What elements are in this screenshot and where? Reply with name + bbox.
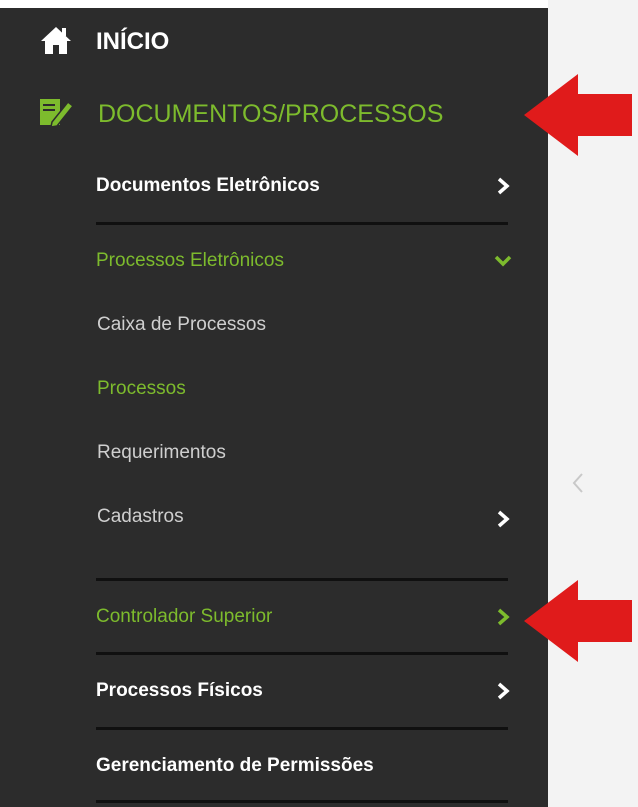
red-arrow-icon [522, 576, 634, 671]
sidebar-item-inicio[interactable]: INÍCIO [0, 22, 548, 62]
submenu-leaf-caixa-de-processos[interactable]: Caixa de Processos [0, 308, 548, 344]
divider [96, 800, 508, 803]
submenu-item-label: Processos Eletrônicos [96, 250, 284, 271]
submenu-item-label: Documentos Eletrônicos [96, 175, 320, 196]
sidebar-item-documentos-processos[interactable]: DOCUMENTOS/PROCESSOS [0, 92, 548, 136]
submenu-leaf-label: Requerimentos [97, 442, 226, 463]
chevron-right-icon [496, 177, 510, 200]
home-icon [39, 24, 73, 61]
submenu-leaf-requerimentos[interactable]: Requerimentos [0, 436, 548, 472]
sidebar-item-label: INÍCIO [96, 28, 170, 55]
submenu-item-processos-eletronicos[interactable]: Processos Eletrônicos [0, 242, 548, 282]
chevron-right-icon [496, 682, 510, 705]
chevron-left-icon [571, 472, 585, 499]
submenu-item-gerenciamento-permissoes[interactable]: Gerenciamento de Permissões [0, 749, 548, 789]
chevron-right-icon [496, 608, 510, 631]
top-edge [0, 0, 548, 8]
submenu-item-documentos-eletronicos[interactable]: Documentos Eletrônicos [0, 167, 548, 207]
submenu-item-controlador-superior[interactable]: Controlador Superior [0, 598, 548, 638]
submenu-item-label: Processos Físicos [96, 680, 263, 701]
collapse-sidebar-button[interactable] [563, 470, 593, 500]
submenu-leaf-cadastros[interactable]: Cadastros [0, 500, 548, 540]
sidebar-item-label: DOCUMENTOS/PROCESSOS [98, 100, 444, 128]
chevron-down-icon [494, 254, 512, 273]
submenu-item-label: Gerenciamento de Permissões [96, 755, 374, 776]
red-arrow-icon [522, 70, 634, 165]
divider [96, 652, 508, 655]
divider [96, 222, 508, 225]
submenu-item-processos-fisicos[interactable]: Processos Físicos [0, 672, 548, 712]
sidebar: INÍCIO DOCUMENTOS/PROCESSOS Documentos E… [0, 0, 548, 807]
submenu-leaf-processos[interactable]: Processos [0, 372, 548, 408]
submenu-item-label: Controlador Superior [96, 606, 273, 627]
submenu-leaf-label: Caixa de Processos [97, 314, 266, 335]
divider [96, 578, 508, 581]
submenu-leaf-label: Processos [97, 378, 186, 399]
divider [96, 727, 508, 730]
chevron-right-icon [496, 510, 510, 533]
document-edit-icon [38, 96, 76, 135]
submenu-leaf-label: Cadastros [97, 506, 184, 527]
